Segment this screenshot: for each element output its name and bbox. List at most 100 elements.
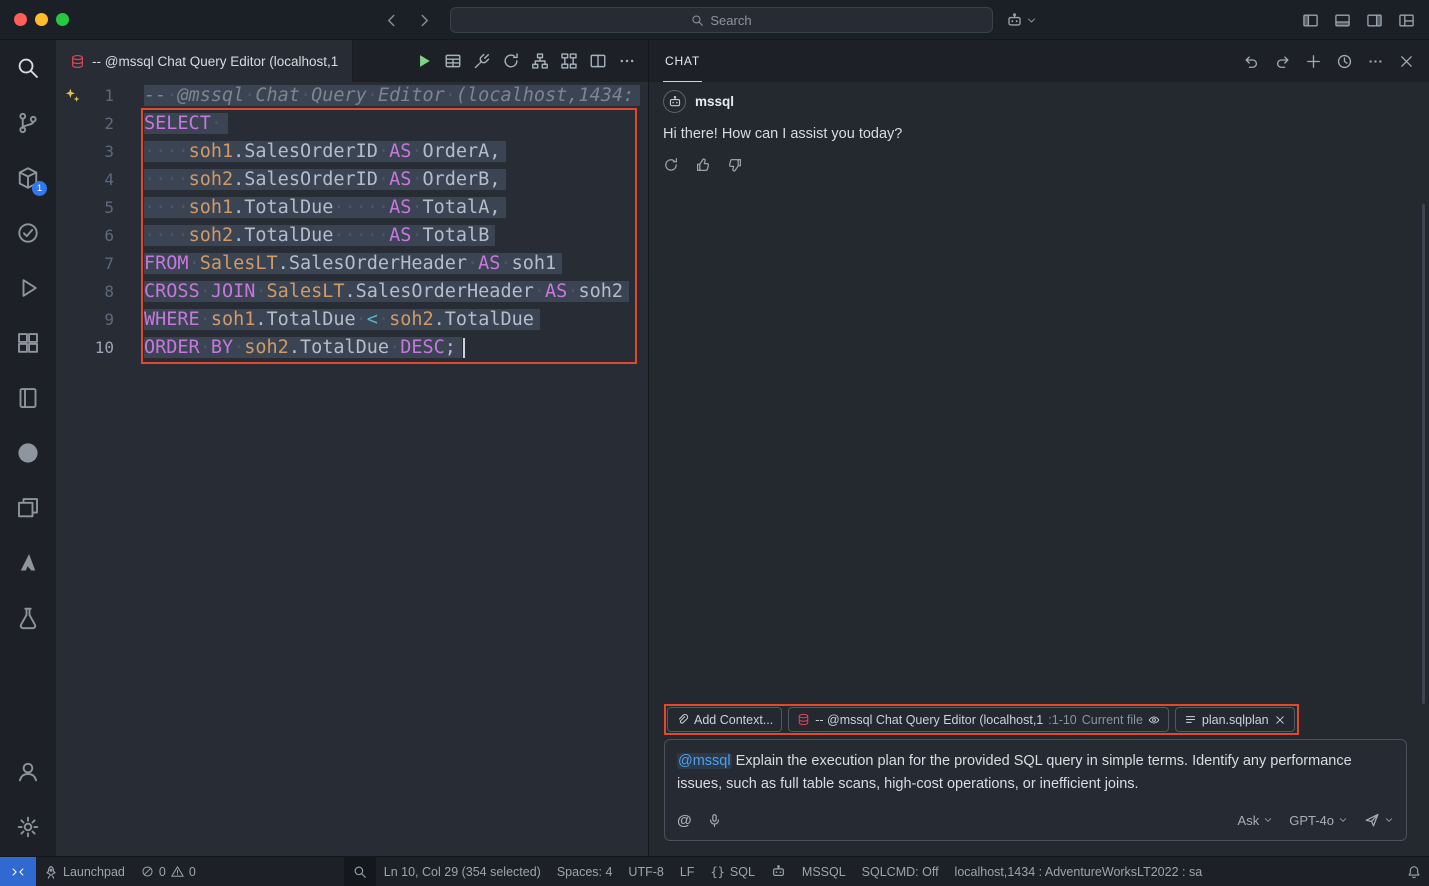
language-item[interactable]: {} SQL [702, 857, 762, 886]
toggle-primary-sidebar-icon[interactable] [1302, 12, 1319, 29]
indentation-label: Spaces: 4 [557, 865, 613, 879]
activity-item-accounts[interactable] [0, 744, 56, 799]
results-grid-button[interactable] [444, 52, 462, 70]
flask-icon [16, 606, 40, 630]
helpful-icon[interactable] [695, 157, 711, 173]
more-actions-button[interactable] [618, 52, 636, 70]
back-icon[interactable] [383, 12, 400, 29]
forward-icon[interactable] [416, 12, 433, 29]
remote-icon [11, 865, 25, 879]
chat-input-area: Add Context... -- @mssql Chat Query Edit… [649, 707, 1429, 856]
indentation-item[interactable]: Spaces: 4 [549, 857, 621, 886]
context-current-file[interactable]: -- @mssql Chat Query Editor (localhost,1… [788, 707, 1169, 732]
eye-icon[interactable] [1148, 714, 1160, 726]
mention-chip[interactable]: @mssql [677, 753, 732, 769]
toggle-panel-icon[interactable] [1334, 12, 1351, 29]
mssql-item[interactable]: MSSQL [794, 857, 854, 886]
customize-layout-icon[interactable] [1398, 12, 1415, 29]
close-panel-icon[interactable] [1398, 53, 1415, 70]
add-context-button[interactable]: Add Context... [667, 707, 782, 732]
problems-item[interactable]: 0 0 [133, 857, 204, 886]
run-debug-icon [16, 276, 40, 300]
chat-scrollbar[interactable] [1422, 204, 1425, 704]
window-maximize-button[interactable] [56, 13, 69, 26]
eol-item[interactable]: LF [672, 857, 703, 886]
chat-panel-header: CHAT [649, 40, 1429, 82]
activity-bar-bottom [0, 744, 56, 856]
remote-indicator[interactable] [0, 857, 36, 886]
tab-chat[interactable]: CHAT [663, 40, 702, 82]
line-number: 10 [56, 334, 114, 362]
chat-panel: CHAT mssql Hi there! How can I assist yo… [648, 40, 1429, 856]
copilot-status-icon [771, 864, 786, 879]
bell-icon [1407, 865, 1421, 879]
code-line[interactable]: 4····soh2.SalesOrderID·AS·OrderB, [56, 166, 648, 194]
code-line[interactable]: 1--·@mssql·Chat·Query·Editor·(localhost,… [56, 82, 648, 110]
model-picker[interactable]: GPT-4o [1289, 813, 1348, 828]
editor-tab[interactable]: -- @mssql Chat Query Editor (localhost,1 [56, 40, 353, 82]
chat-history-icon[interactable] [1336, 53, 1353, 70]
cursor-position-item[interactable]: Ln 10, Col 29 (354 selected) [376, 857, 549, 886]
sqlcmd-item[interactable]: SQLCMD: Off [854, 857, 947, 886]
zoom-indicator[interactable] [344, 857, 376, 886]
code-line[interactable]: 2SELECT· [56, 110, 648, 138]
code-line[interactable]: 10ORDER·BY·soh2.TotalDue·DESC; [56, 334, 648, 362]
undo-icon[interactable] [1243, 53, 1260, 70]
send-icon [1364, 812, 1380, 828]
activity-item-extensions[interactable] [0, 315, 56, 370]
code-line[interactable]: 8CROSS·JOIN·SalesLT.SalesOrderHeader·AS·… [56, 278, 648, 306]
code-line[interactable]: 6····soh2.TotalDue·····AS·TotalB [56, 222, 648, 250]
code-line[interactable]: 9WHERE·soh1.TotalDue·<·soh2.TotalDue [56, 306, 648, 334]
mode-picker[interactable]: Ask [1238, 813, 1274, 828]
activity-item-sql-projects[interactable] [0, 370, 56, 425]
query-plan-button[interactable] [560, 52, 578, 70]
activity-item-testing[interactable] [0, 205, 56, 260]
toggle-secondary-sidebar-icon[interactable] [1366, 12, 1383, 29]
activity-badge: 1 [32, 181, 47, 196]
code-line[interactable]: 3····soh1.SalesOrderID·AS·OrderA, [56, 138, 648, 166]
activity-item-search[interactable] [0, 40, 56, 95]
activity-item-source-control[interactable] [0, 95, 56, 150]
redo-icon[interactable] [1274, 53, 1291, 70]
regenerate-icon[interactable] [663, 157, 679, 173]
window-minimize-button[interactable] [35, 13, 48, 26]
new-chat-icon[interactable] [1305, 53, 1322, 70]
connect-button[interactable] [473, 52, 491, 70]
model-label: GPT-4o [1289, 813, 1334, 828]
code-line[interactable]: 7FROM·SalesLT.SalesOrderHeader·AS·soh1 [56, 250, 648, 278]
activity-item-github[interactable] [0, 425, 56, 480]
more-icon[interactable] [1367, 53, 1384, 70]
activity-item-remote-explorer[interactable] [0, 480, 56, 535]
split-editor-button[interactable] [589, 52, 607, 70]
unhelpful-icon[interactable] [727, 157, 743, 173]
activity-item-settings[interactable] [0, 799, 56, 854]
encoding-item[interactable]: UTF-8 [620, 857, 671, 886]
code-editor[interactable]: 1--·@mssql·Chat·Query·Editor·(localhost,… [56, 82, 648, 856]
github-icon [16, 441, 40, 465]
close-icon[interactable] [1274, 714, 1286, 726]
code-line[interactable]: 5····soh1.TotalDue·····AS·TotalA, [56, 194, 648, 222]
add-mention-button[interactable]: @ [677, 812, 692, 829]
command-center-search[interactable]: Search [450, 7, 993, 33]
schema-designer-button[interactable] [531, 52, 549, 70]
mic-icon[interactable] [707, 813, 722, 828]
activity-item-database-projects[interactable] [0, 590, 56, 645]
chat-input-box[interactable]: @mssql Explain the execution plan for th… [664, 739, 1407, 841]
copilot-menu-button[interactable] [1006, 0, 1037, 40]
copilot-status-item[interactable] [763, 857, 794, 886]
sparkle-icon[interactable] [64, 87, 81, 104]
chevron-down-icon [1026, 15, 1037, 26]
window-close-button[interactable] [14, 13, 27, 26]
chat-input-text[interactable]: @mssql Explain the execution plan for th… [677, 750, 1394, 796]
run-query-button[interactable] [415, 52, 433, 70]
send-button[interactable] [1364, 812, 1394, 828]
connection-item[interactable]: localhost,1434 : AdventureWorksLT2022 : … [947, 857, 1211, 886]
context-plan-file[interactable]: plan.sqlplan [1175, 707, 1295, 732]
activity-item-run-and-debug[interactable] [0, 260, 56, 315]
notifications-item[interactable] [1399, 857, 1429, 886]
launchpad-item[interactable]: Launchpad [36, 857, 133, 886]
estimated-plan-button[interactable] [502, 52, 520, 70]
activity-item-azure[interactable] [0, 535, 56, 590]
chip-suffix: Current file [1082, 713, 1143, 727]
activity-item-extensions-updates[interactable]: 1 [0, 150, 56, 205]
